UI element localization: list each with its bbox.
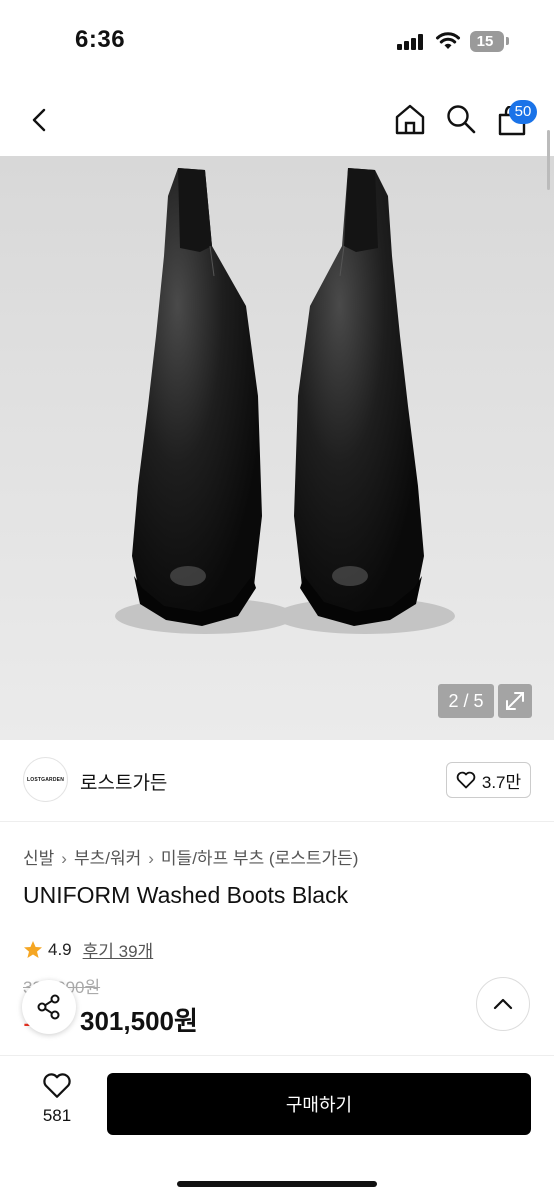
product-title: UNIFORM Washed Boots Black — [23, 882, 349, 908]
breadcrumb: 신발 › 부츠/워커 › 미들/하프 부츠 (로스트가든) — [23, 844, 358, 869]
status-bar: 6:36 15 — [0, 0, 554, 84]
review-link[interactable]: 후기 39개 — [83, 937, 154, 962]
status-time: 6:36 — [75, 26, 126, 53]
sale-price: 301,500원 — [80, 1006, 198, 1036]
battery-tip — [506, 37, 509, 45]
expand-button[interactable] — [498, 684, 532, 718]
brand-row: LOSTGARDEN 로스트가든 3.7만 — [0, 740, 554, 822]
breadcrumb-item[interactable]: 신발 — [23, 849, 54, 868]
battery-level: 15 — [476, 33, 494, 50]
buy-button-label: 구매하기 — [285, 1095, 353, 1115]
brand-logo[interactable]: LOSTGARDEN — [23, 757, 68, 802]
search-icon[interactable] — [446, 104, 476, 134]
rating-row: 4.9 후기 39개 — [23, 937, 153, 962]
wish-button[interactable]: 581 — [30, 1072, 84, 1126]
home-icon[interactable] — [395, 104, 425, 136]
breadcrumb-item[interactable]: 미들/하프 부츠 (로스트가든) — [161, 849, 359, 868]
wish-count: 581 — [42, 1106, 72, 1125]
heart-icon — [43, 1073, 71, 1098]
wifi-icon — [436, 32, 460, 49]
share-button[interactable] — [22, 980, 76, 1034]
back-icon[interactable] — [28, 108, 52, 132]
scrollbar[interactable] — [547, 130, 550, 190]
rating-value: 4.9 — [48, 939, 72, 959]
battery-icon: 15 — [470, 31, 504, 52]
product-image[interactable] — [0, 156, 554, 740]
chevron-right-icon: › — [61, 849, 67, 868]
chevron-right-icon: › — [148, 849, 154, 868]
cart-count-badge: 50 — [509, 100, 537, 124]
star-icon — [24, 940, 42, 958]
brand-like-count: 3.7만 — [481, 772, 522, 792]
image-counter: 2 / 5 — [438, 684, 494, 718]
scroll-top-button[interactable] — [476, 977, 530, 1031]
brand-logo-text: LOSTGARDEN — [27, 776, 64, 783]
home-indicator — [177, 1181, 377, 1187]
expand-icon — [506, 692, 524, 710]
signal-icon — [397, 34, 423, 50]
nav-bar — [0, 84, 554, 156]
chevron-up-icon — [493, 998, 513, 1010]
heart-icon — [456, 771, 476, 789]
buy-button[interactable]: 구매하기 — [107, 1073, 531, 1135]
breadcrumb-item[interactable]: 부츠/워커 — [74, 849, 141, 868]
boots-image — [115, 168, 455, 634]
brand-name[interactable]: 로스트가든 — [80, 768, 167, 795]
share-icon — [37, 994, 60, 1020]
brand-like-button[interactable]: 3.7만 — [446, 762, 531, 798]
